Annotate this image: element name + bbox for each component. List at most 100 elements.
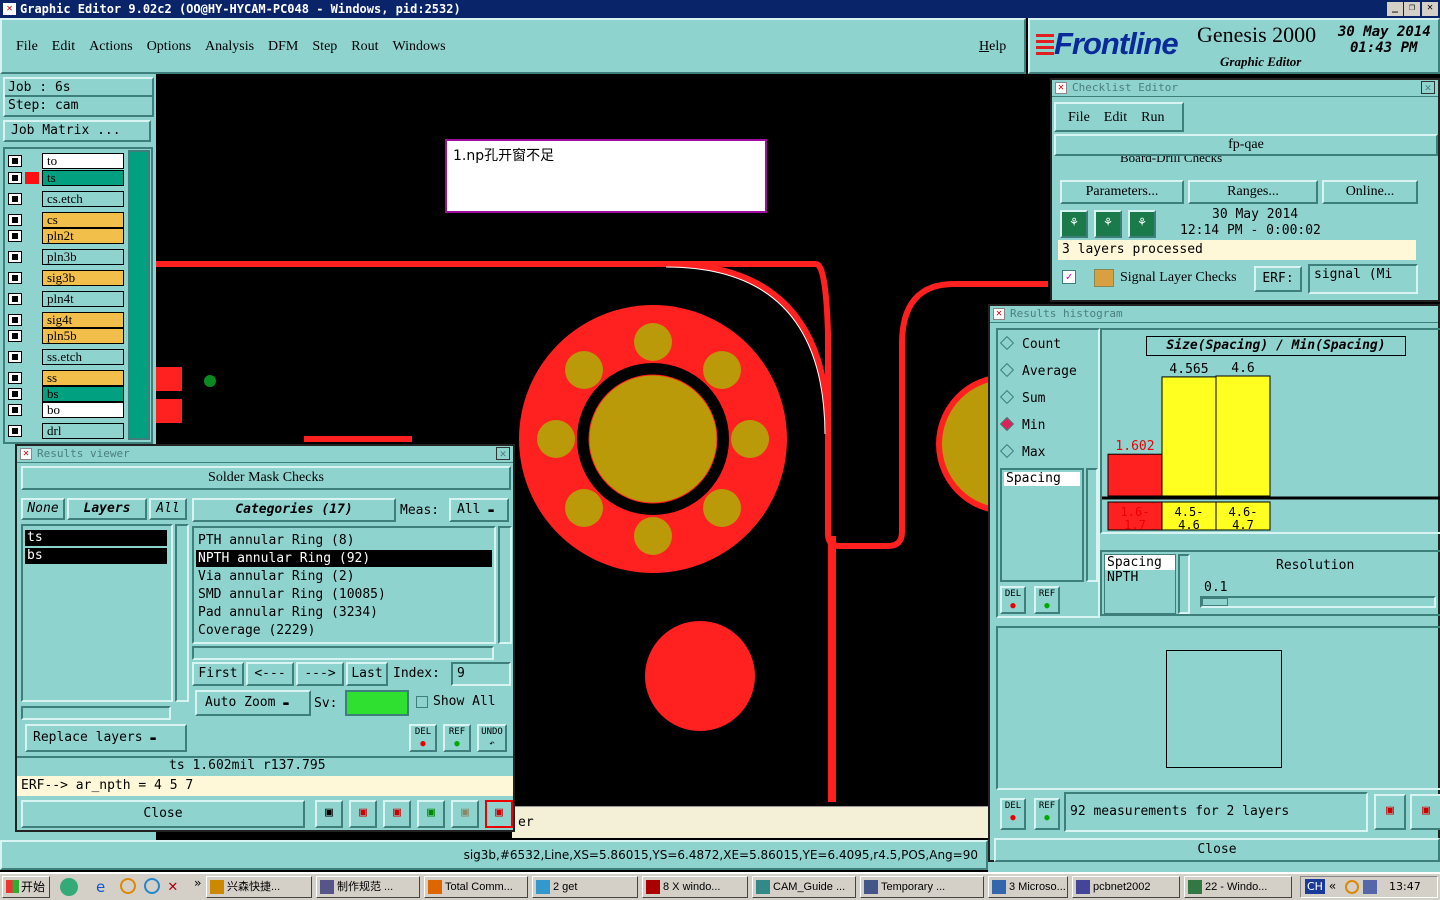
layer-row-ss.etch[interactable]: ss.etch	[6, 349, 124, 365]
slider-thumb[interactable]	[1202, 598, 1228, 606]
tray-icon-2[interactable]	[1363, 880, 1377, 894]
layers-button[interactable]: Layers	[67, 498, 147, 520]
category-item[interactable]: Pad annular Ring (3234)	[196, 604, 492, 621]
layer-checkbox[interactable]	[8, 293, 22, 305]
category-item[interactable]: Coverage (2229)	[196, 622, 492, 639]
layer-checkbox[interactable]	[8, 172, 22, 184]
clear-icon[interactable]: ▣	[383, 800, 411, 828]
ranges-button[interactable]: Ranges...	[1188, 180, 1318, 204]
number-icon[interactable]: ▣	[417, 800, 445, 828]
layer-row-pln4t[interactable]: pln4t	[6, 291, 124, 307]
taskbar-item[interactable]: 兴森快捷...	[206, 876, 312, 898]
close-icon[interactable]: ✕	[496, 447, 510, 460]
quicklaunch-clock-icon[interactable]	[120, 878, 136, 894]
tray-expand-icon[interactable]: «	[1329, 879, 1336, 893]
layer-checkbox[interactable]	[8, 251, 22, 263]
report-icon[interactable]: ▣	[451, 800, 479, 828]
taskbar-item[interactable]: 3 Microso...	[988, 876, 1068, 898]
close-window-button[interactable]: ✕	[1422, 2, 1438, 16]
taskbar-item[interactable]: pcbnet2002	[1072, 876, 1180, 898]
show-all-checkbox[interactable]	[416, 696, 428, 708]
layer-list-scroll[interactable]	[128, 150, 150, 440]
online-button[interactable]: Online...	[1322, 180, 1418, 204]
layer-checkbox[interactable]	[8, 193, 22, 205]
hist-list[interactable]: Spacing NPTH	[1104, 554, 1176, 614]
job-matrix-button[interactable]: Job Matrix ...	[3, 120, 151, 142]
prev-button[interactable]: <---	[246, 662, 294, 686]
quicklaunch-people-icon[interactable]	[60, 878, 78, 896]
undo-button[interactable]: UNDO ↶	[477, 724, 507, 752]
histogram-bar[interactable]	[1161, 376, 1217, 497]
layer-checkbox[interactable]	[8, 388, 22, 400]
radio-min[interactable]: Min	[999, 416, 1045, 435]
category-item[interactable]: PTH annular Ring (8)	[196, 532, 492, 549]
menu-file[interactable]: File	[16, 39, 38, 54]
category-item[interactable]: NPTH annular Ring (92)	[196, 550, 492, 567]
layer-checkbox[interactable]	[8, 404, 22, 416]
layer-row-drl[interactable]: drl	[6, 423, 124, 439]
checklist-menu-run[interactable]: Run	[1141, 110, 1164, 125]
signal-check-checkbox[interactable]: ✓	[1062, 270, 1076, 284]
menu-dfm[interactable]: DFM	[268, 39, 298, 54]
layer-checkbox[interactable]	[8, 214, 22, 226]
last-button[interactable]: Last	[346, 662, 388, 686]
taskbar-item[interactable]: 2 get	[532, 876, 638, 898]
quicklaunch-x-icon[interactable]: ✕	[168, 876, 178, 895]
meas-dropdown[interactable]: All ▬	[449, 498, 509, 522]
layer-row-pln3b[interactable]: pln3b	[6, 249, 124, 265]
zoom-icon[interactable]: ▣	[349, 800, 377, 828]
histogram-icon[interactable]: ▣	[485, 800, 513, 828]
hist-del-button[interactable]: DEL ●	[1000, 586, 1026, 614]
quicklaunch-more-icon[interactable]: »	[194, 876, 201, 890]
radio-sum[interactable]: Sum	[999, 389, 1045, 408]
layer-checkbox[interactable]	[8, 351, 22, 363]
layer-checkbox[interactable]	[8, 372, 22, 384]
hist-list-scrollbar[interactable]	[1178, 554, 1190, 614]
auto-zoom-button[interactable]: Auto Zoom ▬	[195, 690, 311, 716]
run-icon[interactable]: ⚘	[1060, 210, 1088, 238]
minimize-button[interactable]: _	[1387, 2, 1403, 16]
preview-ref-button[interactable]: REF ●	[1034, 798, 1060, 830]
layer-row-sig3b[interactable]: sig3b	[6, 270, 124, 286]
taskbar-item[interactable]: Temporary ...	[860, 876, 984, 898]
chart-view-icon-2[interactable]: ▣	[1410, 794, 1440, 830]
checklist-menu-file[interactable]: File	[1068, 110, 1090, 125]
category-item[interactable]: Via annular Ring (2)	[196, 568, 492, 585]
menu-windows[interactable]: Windows	[393, 39, 446, 54]
tray-icon[interactable]	[1345, 880, 1359, 894]
del-button[interactable]: DEL ●	[409, 724, 437, 752]
category-scrollbar[interactable]	[498, 526, 512, 644]
layer-checkbox[interactable]	[8, 230, 22, 242]
menu-step[interactable]: Step	[312, 39, 337, 54]
start-button[interactable]: 开始	[2, 876, 50, 898]
taskbar-item[interactable]: CAM_Guide ...	[752, 876, 856, 898]
menu-help[interactable]: Help	[979, 39, 1006, 55]
annotation-box[interactable]: 1.np孔开窗不足	[445, 139, 767, 213]
index-input[interactable]: 9	[451, 662, 511, 686]
layer-checkbox[interactable]	[8, 425, 22, 437]
radio-max[interactable]: Max	[999, 443, 1045, 462]
layer-checkbox[interactable]	[8, 330, 22, 342]
checklist-menu-edit[interactable]: Edit	[1104, 110, 1127, 125]
quicklaunch-app-icon[interactable]	[144, 878, 160, 894]
preview-del-button[interactable]: DEL ●	[1000, 798, 1026, 830]
layer-list-scrollbar[interactable]	[175, 524, 189, 702]
lang-indicator[interactable]: CH	[1305, 879, 1325, 894]
layer-row-to[interactable]: to	[6, 153, 124, 169]
attribute-scrollbar[interactable]	[1086, 468, 1098, 582]
hist-ref-button[interactable]: REF ●	[1034, 586, 1060, 614]
layer-row-pln2t[interactable]: pln2t	[6, 228, 124, 244]
menu-edit[interactable]: Edit	[52, 39, 75, 54]
menu-options[interactable]: Options	[147, 39, 191, 54]
hist-list-npth[interactable]: NPTH	[1105, 570, 1175, 585]
measure-icon[interactable]: ▣	[315, 800, 343, 828]
histogram-bar[interactable]	[1107, 453, 1163, 497]
category-hscroll[interactable]	[192, 646, 494, 660]
taskbar-item[interactable]: Total Comm...	[424, 876, 528, 898]
maximize-button[interactable]: ❐	[1404, 2, 1420, 16]
layer-row-ss[interactable]: ss	[6, 370, 124, 386]
close-icon[interactable]: ✕	[1421, 81, 1435, 94]
erf-button[interactable]: ERF:	[1254, 266, 1302, 292]
menu-rout[interactable]: Rout	[351, 39, 378, 54]
result-layer-ts[interactable]: ts	[25, 530, 167, 546]
